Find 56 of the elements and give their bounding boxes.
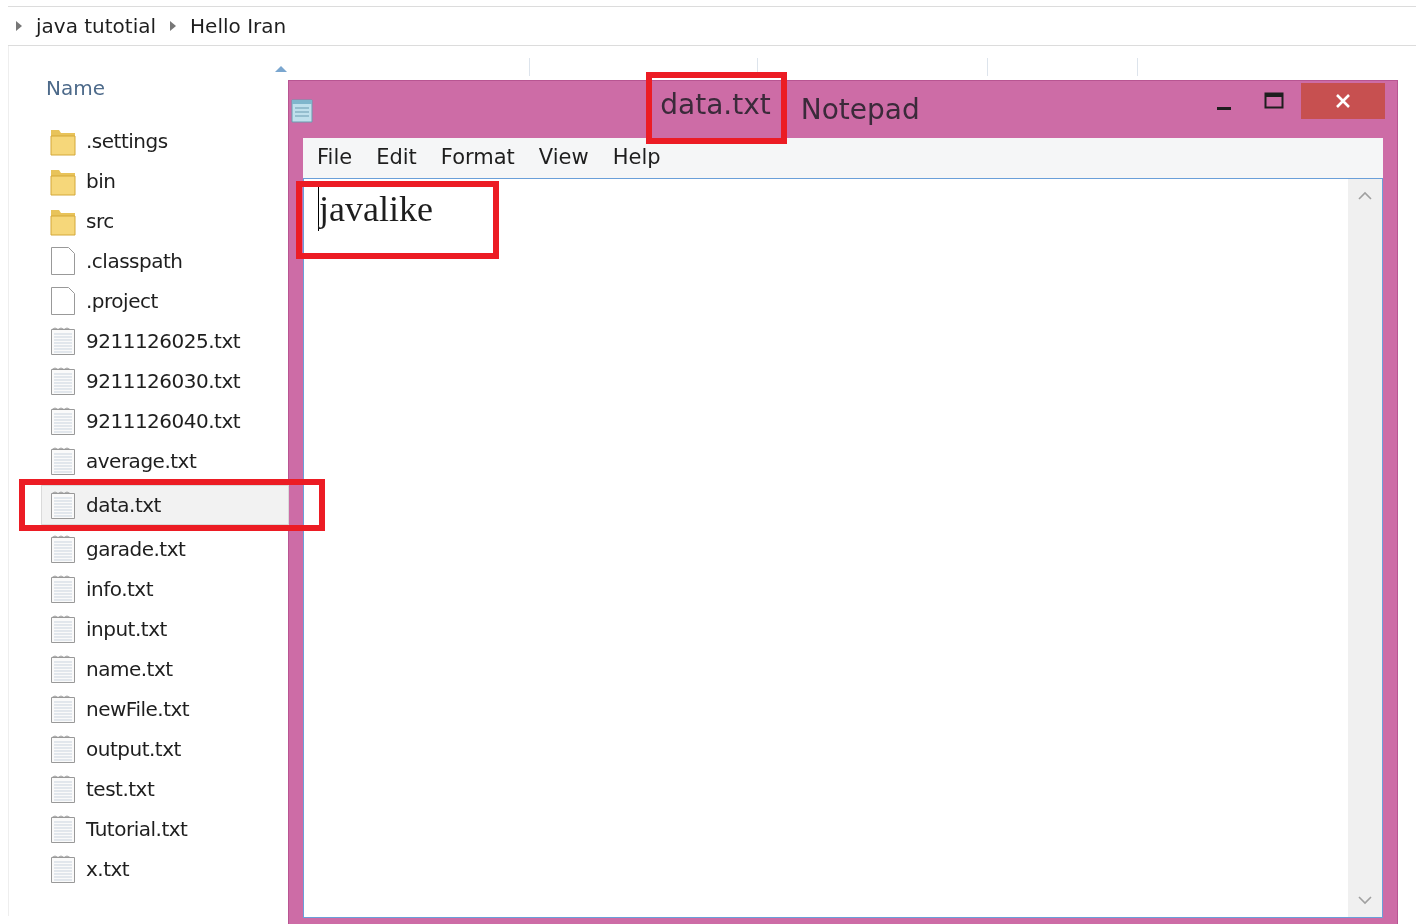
explorer-row[interactable]: bin	[41, 161, 289, 201]
app-name: Notepad	[800, 91, 920, 128]
window-title: data.txt	[660, 87, 771, 121]
minimize-icon	[1217, 106, 1231, 110]
explorer-row[interactable]: input.txt	[41, 609, 289, 649]
explorer-row[interactable]: 9211126025.txt	[41, 321, 289, 361]
explorer-row[interactable]: 9211126040.txt	[41, 401, 289, 441]
column-header[interactable]: Name	[46, 73, 105, 103]
explorer-row[interactable]: name.txt	[41, 649, 289, 689]
chevron-icon[interactable]	[16, 21, 22, 31]
close-icon	[1334, 92, 1352, 110]
explorer-row[interactable]: Tutorial.txt	[41, 809, 289, 849]
menu-item[interactable]: Help	[600, 142, 673, 174]
explorer-row[interactable]: output.txt	[41, 729, 289, 769]
breadcrumb-item[interactable]: java tutotial	[36, 11, 157, 41]
close-button[interactable]	[1301, 83, 1385, 119]
explorer-row[interactable]: garade.txt	[41, 529, 289, 569]
explorer-row[interactable]: average.txt	[41, 441, 289, 481]
chevron-icon[interactable]	[170, 21, 177, 31]
explorer-row[interactable]: info.txt	[41, 569, 289, 609]
document-text: javalike	[318, 187, 433, 231]
explorer-row[interactable]: src	[41, 201, 289, 241]
menu-item[interactable]: Edit	[364, 142, 429, 174]
scrollbar[interactable]	[1348, 179, 1382, 917]
text-file-icon	[50, 854, 76, 884]
breadcrumb-item[interactable]: Hello Iran	[190, 11, 287, 41]
explorer-row[interactable]: test.txt	[41, 769, 289, 809]
text-file-icon	[50, 694, 76, 724]
explorer-row[interactable]: data.txt	[41, 485, 289, 525]
text-file-icon	[50, 774, 76, 804]
explorer-row[interactable]: 9211126030.txt	[41, 361, 289, 401]
text-file-icon	[50, 614, 76, 644]
text-file-icon	[50, 406, 76, 436]
menu-item[interactable]: Format	[428, 142, 527, 174]
menu-item[interactable]: View	[526, 142, 601, 174]
maximize-icon	[1264, 92, 1284, 110]
menu-item[interactable]: File	[305, 142, 365, 174]
text-file-icon	[50, 734, 76, 764]
explorer-row[interactable]: newFile.txt	[41, 689, 289, 729]
text-file-icon	[50, 574, 76, 604]
text-file-icon	[50, 326, 76, 356]
text-file-icon	[50, 654, 76, 684]
scroll-down-icon[interactable]	[1358, 895, 1372, 905]
explorer-row[interactable]: .project	[41, 281, 289, 321]
scroll-up-icon[interactable]	[1358, 191, 1372, 201]
sort-arrow-icon	[275, 66, 287, 72]
text-file-icon	[50, 490, 76, 520]
file-icon	[50, 286, 76, 316]
text-file-icon	[50, 366, 76, 396]
explorer-row[interactable]: .settings	[41, 121, 289, 161]
text-file-icon	[50, 534, 76, 564]
text-file-icon	[50, 446, 76, 476]
text-file-icon	[50, 814, 76, 844]
file-icon	[50, 246, 76, 276]
explorer-row[interactable]: x.txt	[41, 849, 289, 889]
explorer-row[interactable]: .classpath	[41, 241, 289, 281]
